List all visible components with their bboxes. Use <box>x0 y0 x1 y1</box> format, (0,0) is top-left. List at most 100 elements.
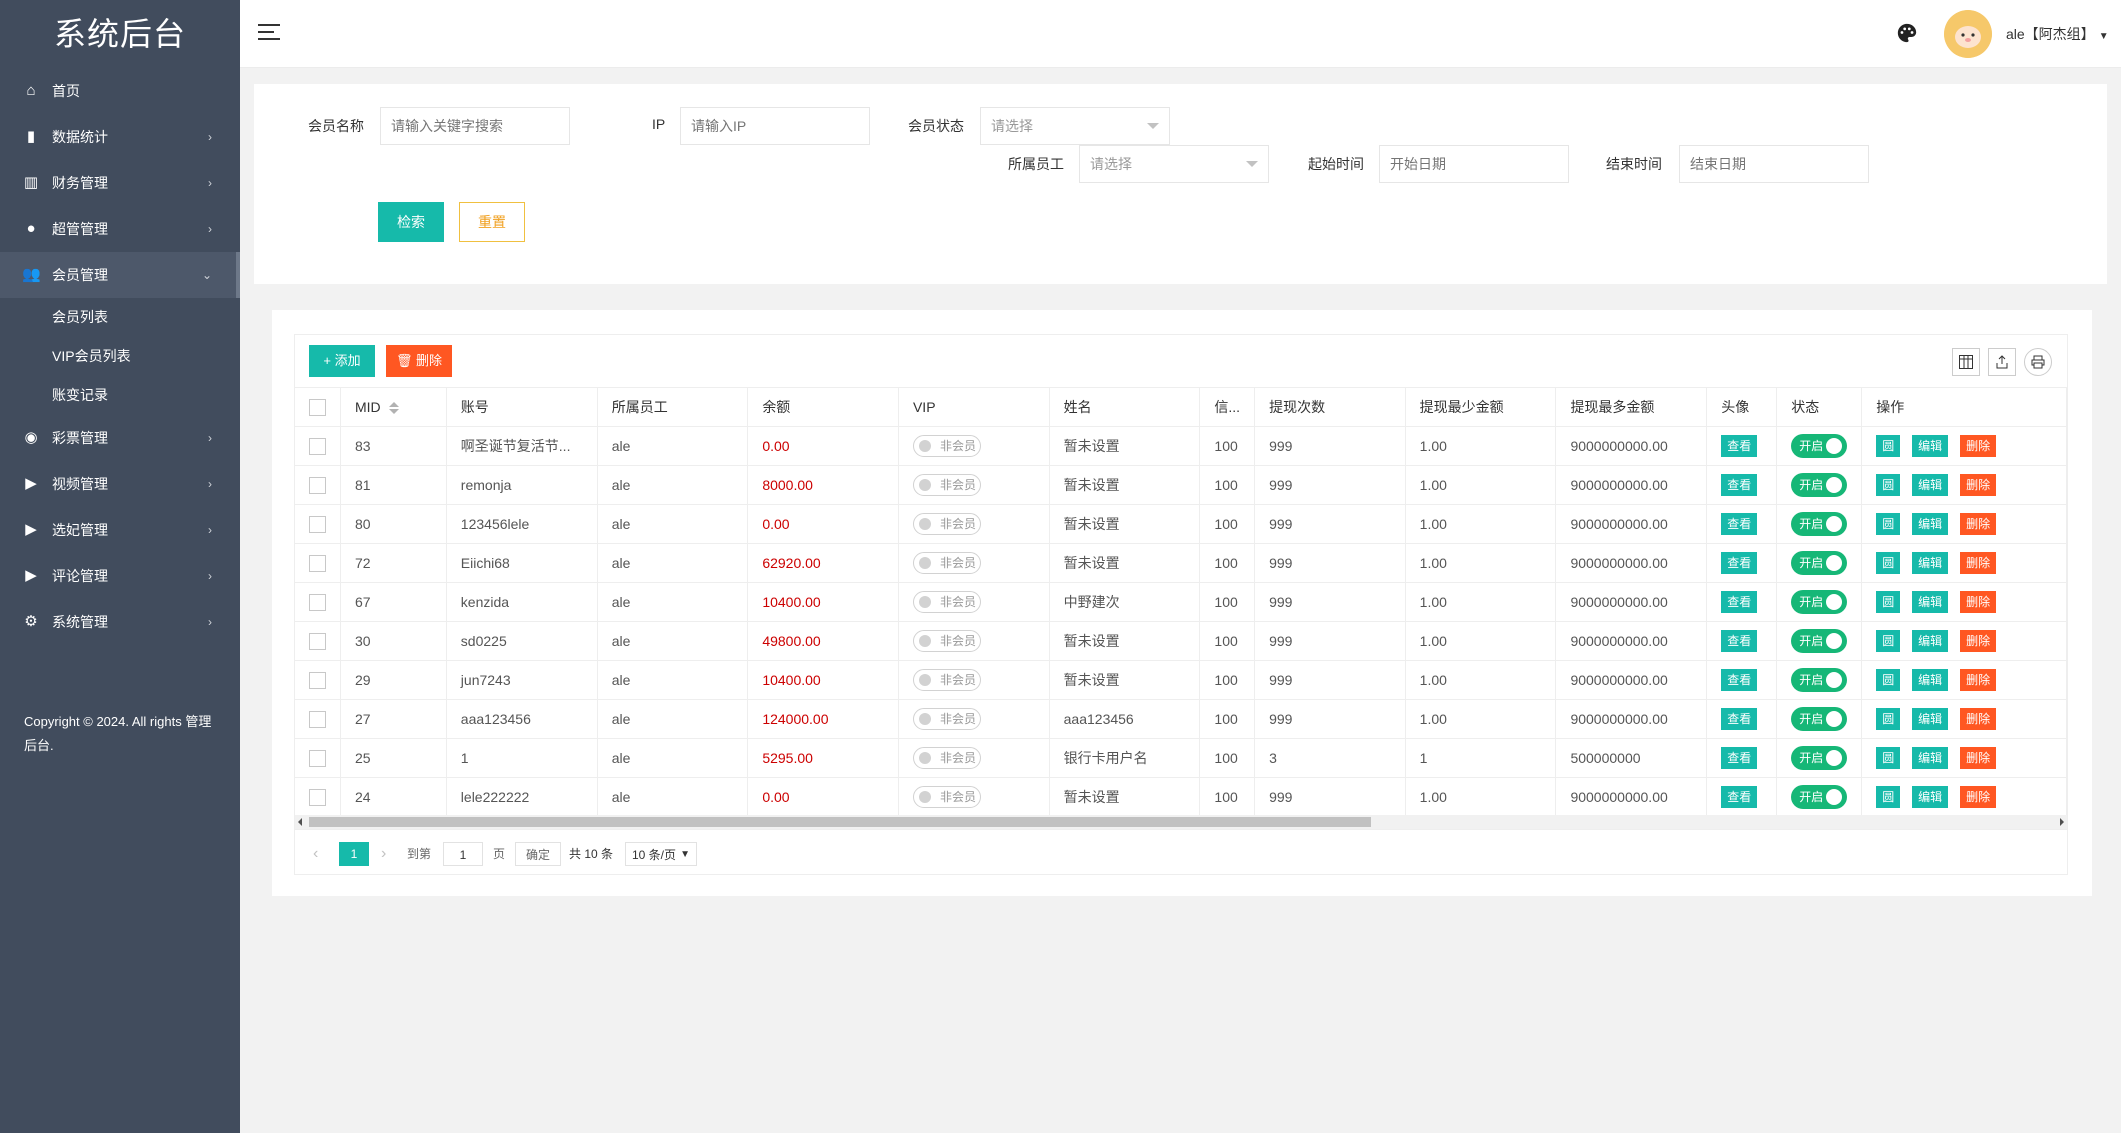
delete-button[interactable]: 删除 <box>1960 708 1997 730</box>
sort-icon[interactable] <box>388 402 399 415</box>
reset-button[interactable]: 重置 <box>459 202 525 242</box>
vip-toggle[interactable]: 非会员 <box>912 435 981 457</box>
sidebar-item-1[interactable]: ▮ 数据统计 › <box>0 114 240 160</box>
detail-button[interactable]: 圆 <box>1876 513 1901 535</box>
horizontal-scrollbar[interactable] <box>295 815 2067 829</box>
sidebar-item-3[interactable]: ● 超管管理 › <box>0 206 240 252</box>
edit-button[interactable]: 编辑 <box>1912 435 1949 457</box>
goto-confirm-button[interactable]: 确定 <box>515 842 561 866</box>
select-all-checkbox[interactable] <box>309 398 326 416</box>
submenu-item-0[interactable]: 会员列表 <box>0 298 240 337</box>
palette-icon[interactable] <box>1896 22 1918 44</box>
batch-delete-button[interactable]: 🗑 删除 <box>386 345 452 377</box>
menu-toggle-icon[interactable] <box>258 24 280 42</box>
edit-button[interactable]: 编辑 <box>1912 513 1949 535</box>
status-toggle[interactable]: 开启 <box>1791 707 1848 731</box>
status-toggle[interactable]: 开启 <box>1791 746 1848 770</box>
row-checkbox[interactable] <box>309 593 326 611</box>
status-toggle[interactable]: 开启 <box>1791 512 1848 536</box>
vip-toggle[interactable]: 非会员 <box>912 513 981 535</box>
status-toggle[interactable]: 开启 <box>1791 590 1848 614</box>
sidebar-item-4[interactable]: 👥 会员管理 ⌄ <box>0 252 240 298</box>
delete-button[interactable]: 删除 <box>1960 630 1997 652</box>
detail-button[interactable]: 圆 <box>1876 552 1901 574</box>
edit-button[interactable]: 编辑 <box>1912 474 1949 496</box>
row-checkbox[interactable] <box>309 749 326 767</box>
vip-toggle[interactable]: 非会员 <box>912 474 981 496</box>
sidebar-item-7[interactable]: ▶ 选妃管理 › <box>0 507 240 553</box>
view-avatar-button[interactable]: 查看 <box>1721 669 1758 691</box>
row-checkbox[interactable] <box>309 710 326 728</box>
vip-toggle[interactable]: 非会员 <box>912 786 981 808</box>
print-icon[interactable] <box>2024 348 2052 376</box>
scroll-left-icon[interactable] <box>298 818 302 826</box>
edit-button[interactable]: 编辑 <box>1912 708 1949 730</box>
sidebar-item-0[interactable]: ⌂ 首页 <box>0 68 240 114</box>
row-checkbox[interactable] <box>309 788 326 806</box>
status-toggle[interactable]: 开启 <box>1791 785 1848 809</box>
view-avatar-button[interactable]: 查看 <box>1721 747 1758 769</box>
view-avatar-button[interactable]: 查看 <box>1721 513 1758 535</box>
col-header-mid[interactable]: MID <box>340 387 447 427</box>
detail-button[interactable]: 圆 <box>1876 786 1901 808</box>
delete-button[interactable]: 删除 <box>1960 513 1997 535</box>
detail-button[interactable]: 圆 <box>1876 708 1901 730</box>
row-checkbox[interactable] <box>309 437 326 455</box>
vip-toggle[interactable]: 非会员 <box>912 552 981 574</box>
detail-button[interactable]: 圆 <box>1876 747 1901 769</box>
view-avatar-button[interactable]: 查看 <box>1721 435 1758 457</box>
view-avatar-button[interactable]: 查看 <box>1721 630 1758 652</box>
vip-toggle[interactable]: 非会员 <box>912 669 981 691</box>
edit-button[interactable]: 编辑 <box>1912 747 1949 769</box>
ip-input[interactable] <box>680 107 870 145</box>
edit-button[interactable]: 编辑 <box>1912 591 1949 613</box>
vip-toggle[interactable]: 非会员 <box>912 630 981 652</box>
edit-button[interactable]: 编辑 <box>1912 669 1949 691</box>
page-number-current[interactable]: 1 <box>339 842 369 866</box>
vip-toggle[interactable]: 非会员 <box>912 708 981 730</box>
detail-button[interactable]: 圆 <box>1876 474 1901 496</box>
delete-button[interactable]: 删除 <box>1960 591 1997 613</box>
view-avatar-button[interactable]: 查看 <box>1721 591 1758 613</box>
delete-button[interactable]: 删除 <box>1960 552 1997 574</box>
view-avatar-button[interactable]: 查看 <box>1721 708 1758 730</box>
delete-button[interactable]: 删除 <box>1960 435 1997 457</box>
row-checkbox[interactable] <box>309 632 326 650</box>
view-avatar-button[interactable]: 查看 <box>1721 786 1758 808</box>
scroll-right-icon[interactable] <box>2060 818 2064 826</box>
row-checkbox[interactable] <box>309 671 326 689</box>
delete-button[interactable]: 删除 <box>1960 474 1997 496</box>
start-date-input[interactable] <box>1379 145 1569 183</box>
submenu-item-2[interactable]: 账变记录 <box>0 376 240 415</box>
sidebar-item-6[interactable]: ▶ 视频管理 › <box>0 461 240 507</box>
status-toggle[interactable]: 开启 <box>1791 551 1848 575</box>
delete-button[interactable]: 删除 <box>1960 747 1997 769</box>
status-toggle[interactable]: 开启 <box>1791 473 1848 497</box>
edit-button[interactable]: 编辑 <box>1912 630 1949 652</box>
member-name-input[interactable] <box>380 107 570 145</box>
export-icon[interactable] <box>1988 348 2016 376</box>
next-page-icon[interactable]: › <box>381 842 386 866</box>
detail-button[interactable]: 圆 <box>1876 435 1901 457</box>
status-toggle[interactable]: 开启 <box>1791 629 1848 653</box>
vip-toggle[interactable]: 非会员 <box>912 591 981 613</box>
sidebar-item-2[interactable]: ▥ 财务管理 › <box>0 160 240 206</box>
status-toggle[interactable]: 开启 <box>1791 434 1848 458</box>
view-avatar-button[interactable]: 查看 <box>1721 474 1758 496</box>
columns-filter-icon[interactable] <box>1952 348 1980 376</box>
submenu-item-1[interactable]: VIP会员列表 <box>0 337 240 376</box>
page-size-select[interactable]: 10 条/页 ▼ <box>625 842 697 866</box>
detail-button[interactable]: 圆 <box>1876 591 1901 613</box>
end-date-input[interactable] <box>1679 145 1869 183</box>
status-toggle[interactable]: 开启 <box>1791 668 1848 692</box>
row-checkbox[interactable] <box>309 476 326 494</box>
scrollbar-thumb[interactable] <box>309 817 1371 827</box>
sidebar-item-9[interactable]: ⚙ 系统管理 › <box>0 599 240 645</box>
delete-button[interactable]: 删除 <box>1960 669 1997 691</box>
search-button[interactable]: 检索 <box>378 202 444 242</box>
sidebar-item-5[interactable]: ◉ 彩票管理 › <box>0 415 240 461</box>
row-checkbox[interactable] <box>309 515 326 533</box>
row-checkbox[interactable] <box>309 554 326 572</box>
user-menu[interactable]: ale【阿杰组】 ▼ <box>2006 24 2109 44</box>
staff-select[interactable]: 请选择 <box>1079 145 1269 183</box>
